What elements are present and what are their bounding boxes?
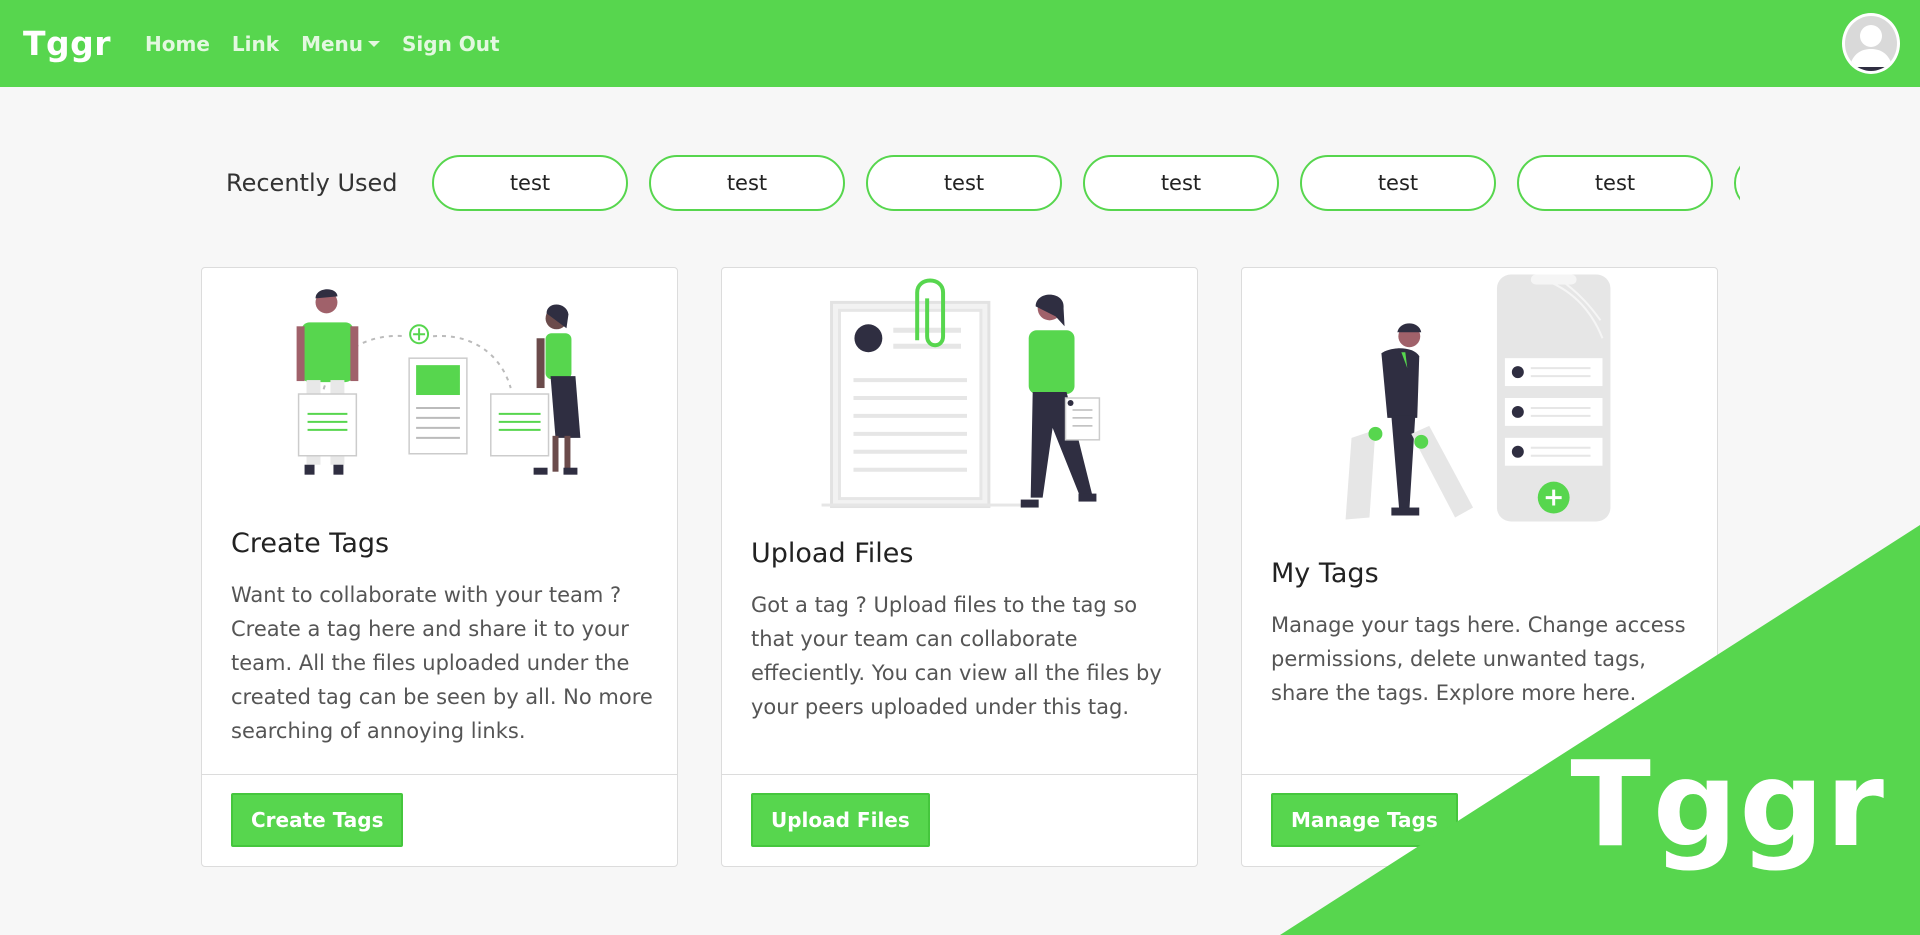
navbar: Tggr Home Link Menu Sign Out — [0, 0, 1920, 87]
recent-tag-chip[interactable]: test — [1300, 155, 1496, 211]
card-description: Got a tag ? Upload files to the tag so t… — [751, 593, 1162, 719]
upload-files-illustration — [821, 278, 1101, 509]
nav-menu-dropdown[interactable]: Menu — [301, 31, 381, 56]
nav-link-link[interactable]: Link — [232, 32, 279, 56]
card-footer: Upload Files — [722, 774, 1197, 866]
brand-logo[interactable]: Tggr — [23, 24, 111, 63]
caret-down-icon — [368, 40, 381, 47]
corner-brand-logo: Tggr — [1570, 735, 1886, 873]
recently-used-label: Recently Used — [226, 169, 398, 197]
recent-tag-chip[interactable]: test — [1083, 155, 1279, 211]
recent-tag-chip[interactable]: test — [866, 155, 1062, 211]
recent-tag-chip[interactable]: test — [649, 155, 845, 211]
nav-menu-label: Menu — [301, 31, 364, 56]
card-title: Upload Files — [751, 538, 914, 569]
card-title: Create Tags — [231, 528, 390, 559]
upload-files-button[interactable]: Upload Files — [751, 793, 930, 847]
recent-tag-chip-partial[interactable] — [1734, 155, 1740, 211]
recent-tag-chip[interactable]: test — [1517, 155, 1713, 211]
nav-link-sign-out[interactable]: Sign Out — [402, 32, 500, 56]
card-upload-files: Upload Files Got a tag ? Upload files to… — [721, 267, 1198, 867]
recent-tag-chip[interactable]: test — [432, 155, 628, 211]
my-tags-illustration — [1345, 274, 1611, 522]
avatar[interactable] — [1842, 13, 1900, 74]
card-create-tags: Create Tags Want to collaborate with you… — [201, 267, 678, 867]
create-tags-button[interactable]: Create Tags — [231, 793, 404, 847]
user-avatar-icon — [1845, 16, 1897, 71]
corner-brand-banner — [1280, 525, 1920, 935]
card-description: Want to collaborate with your team ? Cre… — [231, 583, 653, 743]
nav-link-home[interactable]: Home — [145, 32, 210, 56]
card-footer: Create Tags — [202, 774, 677, 866]
recently-used-bar: Recently Used test test test test test t… — [226, 155, 1740, 211]
create-tags-illustration — [296, 289, 581, 475]
